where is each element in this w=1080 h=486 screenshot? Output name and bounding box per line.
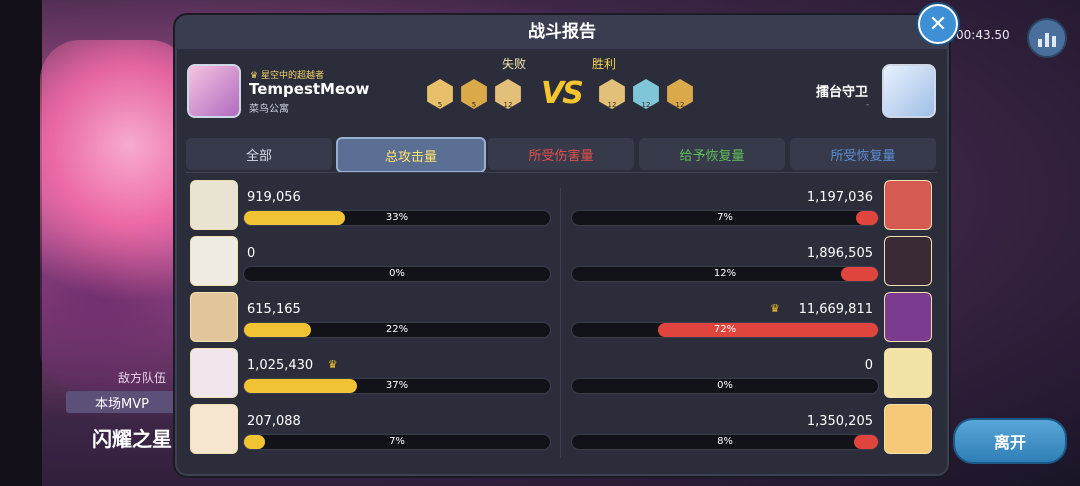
left-row-value: 207,088 [247,414,301,429]
tab-label: 给予恢复量 [679,148,745,164]
player-right-name: 擂台守卫 [816,85,869,100]
left-row-value: 919,056 [247,190,301,205]
right-cookie-avatar[interactable] [884,404,932,454]
left-cookie-avatar[interactable] [190,404,238,454]
left-row-percent: 0% [389,268,405,279]
enemy-team-label: 敌方队伍 [118,371,167,385]
right-row-percent: 72% [713,324,737,335]
tab-all[interactable]: 全部 [185,137,333,171]
player-right-result: 胜利 [592,57,617,71]
player-right-avatar[interactable] [882,64,936,118]
right-row-bar: 8% [571,434,879,450]
tab-damage-taken[interactable]: 所受伤害量 [487,137,635,171]
player-left-guild: 菜鸟公寓 [249,104,289,115]
right-cookie-avatar[interactable] [884,292,932,342]
background-character-art [40,40,190,390]
tab-label: 所受伤害量 [528,148,594,164]
stats-button[interactable] [1027,18,1067,58]
right-row-value: 1,896,505 [806,246,873,261]
right-row-value: 11,669,811 [798,302,873,317]
right-cookie-avatar[interactable] [884,180,932,230]
left-row-bar: 37% [243,378,551,394]
right-row-bar: 0% [571,378,879,394]
tab-label: 总攻击量 [384,149,437,165]
right-row-value: 1,197,036 [806,190,873,205]
right-row-percent: 8% [717,436,733,447]
battle-timer: 00:43.50 [956,28,1010,42]
left-row-percent: 7% [389,436,405,447]
tab-label: 所受恢复量 [830,148,896,164]
close-button[interactable]: ✕ [918,4,958,44]
mvp-name: 闪耀之星 [92,427,172,451]
close-icon: ✕ [928,11,948,37]
right-cookie-avatar[interactable] [884,348,932,398]
left-row-bar: 0% [243,266,551,282]
right-row-percent: 12% [713,268,737,279]
crown-icon: ♛ [327,358,338,371]
left-row-bar: 22% [243,322,551,338]
crown-icon: ♛ [770,302,780,315]
panel-title: 战斗报告 [175,15,949,49]
player-left-result: 失败 [502,57,527,71]
mvp-label: 本场MVP [66,391,178,413]
center-divider [560,188,561,458]
right-row-percent: 0% [717,380,733,391]
left-row-value: 615,165 [247,302,301,317]
right-row-value: 1,350,205 [806,414,873,429]
left-cookie-avatar[interactable] [190,348,238,398]
right-row-bar: 12% [571,266,879,282]
right-row-percent: 7% [717,212,733,223]
screen-edge [0,0,42,486]
left-row-value: 0 [247,246,256,261]
left-row-bar: 33% [243,210,551,226]
left-row-bar: 7% [243,434,551,450]
player-right-sub: - [866,100,870,110]
tab-total-attack[interactable]: 总攻击量 [336,137,486,173]
left-row-value: 1,025,430 [247,358,314,373]
left-row-percent: 22% [385,324,409,335]
player-left-name: TempestMeow [249,80,370,98]
divider [185,172,937,173]
tab-healing-received[interactable]: 所受恢复量 [789,137,937,171]
right-row-bar: 7% [571,210,879,226]
left-row-percent: 37% [385,380,409,391]
left-cookie-avatar[interactable] [190,292,238,342]
left-row-percent: 33% [385,212,409,223]
left-cookie-avatar[interactable] [190,236,238,286]
vs-label: VS [541,76,584,111]
left-cookie-avatar[interactable] [190,180,238,230]
right-row-bar: 72% [571,322,879,338]
player-left-avatar[interactable] [187,64,241,118]
right-row-value: 0 [864,358,873,373]
tab-label: 全部 [245,148,272,164]
bar-chart-icon [1038,33,1056,47]
leave-button[interactable]: 离开 [953,418,1067,464]
tab-healing-given[interactable]: 给予恢复量 [638,137,786,171]
right-cookie-avatar[interactable] [884,236,932,286]
